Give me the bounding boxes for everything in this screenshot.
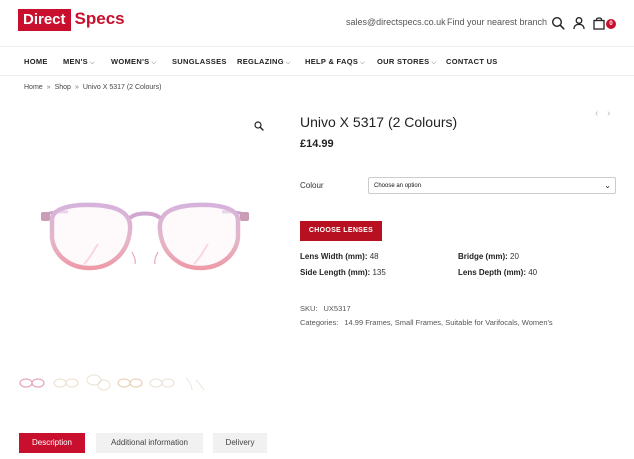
search-icon[interactable] xyxy=(551,16,565,30)
spec-side-length-value: 135 xyxy=(372,268,386,277)
thumbnail-image[interactable] xyxy=(116,372,144,394)
thumbnail-image[interactable] xyxy=(180,372,208,394)
categories-links[interactable]: 14.99 Frames, Small Frames, Suitable for… xyxy=(344,318,552,327)
nav-womens-label: WOMEN'S xyxy=(111,57,150,66)
chevron-down-icon: ⌵ xyxy=(151,60,157,66)
spec-lens-width-label: Lens Width (mm): xyxy=(300,252,368,261)
find-branch-link[interactable]: Find your nearest branch xyxy=(447,17,547,27)
nav-reglazing[interactable]: REGLAZING ⌵ xyxy=(237,57,291,67)
cart-count-badge: 0 xyxy=(606,19,616,29)
nav-mens[interactable]: MEN'S ⌵ xyxy=(63,57,95,67)
nav-our-stores-label: OUR STORES xyxy=(377,57,430,66)
spec-lens-width-value: 48 xyxy=(369,252,379,261)
nav-help-faqs[interactable]: HELP & FAQS ⌵ xyxy=(305,57,365,67)
logo-word-direct: Direct xyxy=(18,9,71,31)
colour-label: Colour xyxy=(300,181,324,190)
thumbnail-image[interactable] xyxy=(18,372,46,394)
thumbnail-image[interactable] xyxy=(84,372,112,394)
chevron-down-icon: ⌵ xyxy=(285,60,291,66)
nav-our-stores[interactable]: OUR STORES ⌵ xyxy=(377,57,436,67)
spec-lens-depth-value: 40 xyxy=(528,268,538,277)
breadcrumb: Home» Shop» Univo X 5317 (2 Colours) xyxy=(24,84,161,91)
nav-home[interactable]: HOME xyxy=(24,57,48,66)
nav-sunglasses-label: SUNGLASSES xyxy=(172,57,227,66)
breadcrumb-separator: » xyxy=(74,84,79,91)
nav-sunglasses[interactable]: SUNGLASSES xyxy=(172,57,227,66)
spec-side-length-label: Side Length (mm): xyxy=(300,268,371,277)
spec-bridge: Bridge (mm): 20 xyxy=(458,252,519,261)
product-sku: SKU: UX5317 xyxy=(300,304,351,313)
breadcrumb-shop[interactable]: Shop xyxy=(55,84,71,91)
nav-home-label: HOME xyxy=(24,57,48,66)
colour-select[interactable]: Choose an option ⌄ xyxy=(368,177,616,194)
logo-word-specs: Specs xyxy=(74,9,125,28)
product-categories: Categories: 14.99 Frames, Small Frames, S… xyxy=(300,318,553,327)
nav-womens[interactable]: WOMEN'S ⌵ xyxy=(111,57,156,67)
spec-bridge-label: Bridge (mm): xyxy=(458,252,508,261)
previous-product-icon[interactable]: ‹ xyxy=(595,108,598,119)
site-logo[interactable]: Direct Specs xyxy=(18,9,125,31)
sku-value: UX5317 xyxy=(323,304,351,313)
tab-additional-information[interactable]: Additional information xyxy=(96,433,203,453)
spec-lens-depth: Lens Depth (mm): 40 xyxy=(458,268,537,277)
nav-reglazing-label: REGLAZING xyxy=(237,57,284,66)
site-header: Direct Specs sales@directspecs.co.uk Fin… xyxy=(0,0,634,46)
product-price: £14.99 xyxy=(300,138,334,150)
shopping-bag-icon[interactable] xyxy=(592,16,606,30)
thumbnail-image[interactable] xyxy=(52,372,80,394)
main-navigation: HOME MEN'S ⌵ WOMEN'S ⌵ SUNGLASSES REGLAZIN… xyxy=(0,46,634,76)
product-thumbnails xyxy=(18,372,218,394)
choose-lenses-button[interactable]: CHOOSE LENSES xyxy=(300,221,382,241)
tab-delivery[interactable]: Delivery xyxy=(213,433,267,453)
spec-bridge-value: 20 xyxy=(510,252,519,261)
chevron-down-icon: ⌵ xyxy=(89,60,95,66)
header-email-link[interactable]: sales@directspecs.co.uk xyxy=(346,17,446,27)
nav-mens-label: MEN'S xyxy=(63,57,88,66)
chevron-down-icon: ⌄ xyxy=(604,181,611,190)
sku-label: SKU: xyxy=(300,304,318,313)
product-main-image[interactable] xyxy=(38,200,252,284)
spec-lens-depth-label: Lens Depth (mm): xyxy=(458,268,526,277)
zoom-icon[interactable] xyxy=(254,121,264,131)
nav-contact-us-label: CONTACT US xyxy=(446,57,498,66)
spec-lens-width: Lens Width (mm): 48 xyxy=(300,252,379,261)
nav-contact-us[interactable]: CONTACT US xyxy=(446,57,498,66)
thumbnail-image[interactable] xyxy=(148,372,176,394)
chevron-down-icon: ⌵ xyxy=(431,60,437,66)
breadcrumb-separator: » xyxy=(46,84,51,91)
chevron-down-icon: ⌵ xyxy=(360,60,366,66)
colour-select-value: Choose an option xyxy=(374,183,422,189)
user-icon[interactable] xyxy=(572,16,586,30)
breadcrumb-home[interactable]: Home xyxy=(24,84,43,91)
tab-description[interactable]: Description xyxy=(19,433,85,453)
product-title: Univo X 5317 (2 Colours) xyxy=(300,114,458,130)
spec-side-length: Side Length (mm): 135 xyxy=(300,268,386,277)
categories-label: Categories: xyxy=(300,318,339,327)
next-product-icon[interactable]: › xyxy=(607,108,610,119)
nav-help-faqs-label: HELP & FAQS xyxy=(305,57,359,66)
breadcrumb-current: Univo X 5317 (2 Colours) xyxy=(82,84,162,91)
